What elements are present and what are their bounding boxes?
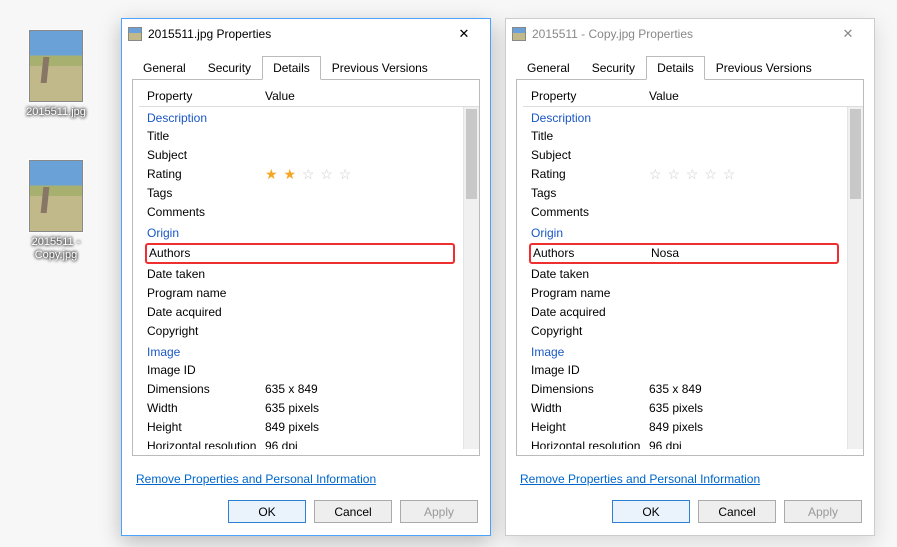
section-description: Description: [523, 107, 845, 127]
file-icon: [512, 27, 526, 41]
property-list: Description Title Subject Rating☆ ☆ ☆ ☆ …: [523, 107, 863, 449]
rating-stars[interactable]: ★ ★ ☆ ☆ ☆: [265, 166, 453, 183]
vertical-scrollbar[interactable]: [463, 107, 479, 449]
header-value[interactable]: Value: [649, 89, 863, 103]
tab-security[interactable]: Security: [197, 56, 262, 80]
row-width[interactable]: Width635 pixels: [139, 399, 461, 418]
row-date-taken[interactable]: Date taken: [139, 265, 461, 284]
row-hres[interactable]: Horizontal resolution96 dpi: [139, 437, 461, 449]
row-authors[interactable]: AuthorsNosa: [533, 245, 835, 262]
tab-general[interactable]: General: [132, 56, 197, 80]
row-rating[interactable]: Rating★ ★ ☆ ☆ ☆: [139, 165, 461, 184]
apply-button[interactable]: Apply: [400, 500, 478, 523]
row-subject[interactable]: Subject: [139, 146, 461, 165]
window-title: 2015511 - Copy.jpg Properties: [532, 27, 828, 41]
row-hres[interactable]: Horizontal resolution96 dpi: [523, 437, 845, 449]
row-copyright[interactable]: Copyright: [523, 322, 845, 341]
file-label: 2015511.jpg: [16, 106, 96, 119]
vertical-scrollbar[interactable]: [847, 107, 863, 449]
row-tags[interactable]: Tags: [523, 184, 845, 203]
row-title[interactable]: Title: [523, 127, 845, 146]
row-dimensions[interactable]: Dimensions635 x 849: [139, 380, 461, 399]
desktop-file-icon[interactable]: 2015511.jpg: [16, 30, 96, 119]
remove-properties-link[interactable]: Remove Properties and Personal Informati…: [520, 472, 760, 486]
tab-details[interactable]: Details: [646, 56, 705, 80]
section-origin: Origin: [139, 222, 461, 242]
property-list: Description Title Subject Rating★ ★ ☆ ☆ …: [139, 107, 479, 449]
section-origin: Origin: [523, 222, 845, 242]
tab-strip: General Security Details Previous Versio…: [122, 49, 490, 79]
section-image: Image: [523, 341, 845, 361]
apply-button[interactable]: Apply: [784, 500, 862, 523]
row-image-id[interactable]: Image ID: [523, 361, 845, 380]
close-icon[interactable]: ✕: [444, 20, 484, 48]
row-height[interactable]: Height849 pixels: [139, 418, 461, 437]
tab-previous-versions[interactable]: Previous Versions: [705, 56, 823, 80]
file-label: 2015511 - Copy.jpg: [16, 236, 96, 262]
row-copyright[interactable]: Copyright: [139, 322, 461, 341]
row-date-taken[interactable]: Date taken: [523, 265, 845, 284]
properties-dialog: 2015511.jpg Properties ✕ General Securit…: [121, 18, 491, 536]
row-authors[interactable]: Authors: [149, 245, 451, 262]
row-image-id[interactable]: Image ID: [139, 361, 461, 380]
thumbnail-icon: [29, 160, 83, 232]
section-image: Image: [139, 341, 461, 361]
row-tags[interactable]: Tags: [139, 184, 461, 203]
window-title: 2015511.jpg Properties: [148, 27, 444, 41]
ok-button[interactable]: OK: [612, 500, 690, 523]
tab-previous-versions[interactable]: Previous Versions: [321, 56, 439, 80]
section-description: Description: [139, 107, 461, 127]
close-icon[interactable]: ✕: [828, 20, 868, 48]
row-dimensions[interactable]: Dimensions635 x 849: [523, 380, 845, 399]
header-property[interactable]: Property: [147, 89, 265, 103]
row-width[interactable]: Width635 pixels: [523, 399, 845, 418]
row-program-name[interactable]: Program name: [139, 284, 461, 303]
remove-properties-link[interactable]: Remove Properties and Personal Informati…: [136, 472, 376, 486]
row-date-acquired[interactable]: Date acquired: [523, 303, 845, 322]
ok-button[interactable]: OK: [228, 500, 306, 523]
cancel-button[interactable]: Cancel: [314, 500, 392, 523]
thumbnail-icon: [29, 30, 83, 102]
column-headers: Property Value: [523, 86, 863, 107]
desktop-file-icon[interactable]: 2015511 - Copy.jpg: [16, 160, 96, 262]
row-comments[interactable]: Comments: [139, 203, 461, 222]
header-property[interactable]: Property: [531, 89, 649, 103]
highlight-authors: Authors: [145, 243, 455, 264]
rating-stars[interactable]: ☆ ☆ ☆ ☆ ☆: [649, 166, 837, 183]
row-date-acquired[interactable]: Date acquired: [139, 303, 461, 322]
tab-security[interactable]: Security: [581, 56, 646, 80]
row-comments[interactable]: Comments: [523, 203, 845, 222]
cancel-button[interactable]: Cancel: [698, 500, 776, 523]
file-icon: [128, 27, 142, 41]
scrollbar-thumb[interactable]: [466, 109, 477, 199]
details-panel: Property Value Description Title Subject…: [516, 79, 864, 456]
tab-details[interactable]: Details: [262, 56, 321, 80]
titlebar[interactable]: 2015511.jpg Properties ✕: [122, 19, 490, 49]
column-headers: Property Value: [139, 86, 479, 107]
highlight-authors: AuthorsNosa: [529, 243, 839, 264]
tab-strip: General Security Details Previous Versio…: [506, 49, 874, 79]
row-title[interactable]: Title: [139, 127, 461, 146]
titlebar[interactable]: 2015511 - Copy.jpg Properties ✕: [506, 19, 874, 49]
header-value[interactable]: Value: [265, 89, 479, 103]
row-rating[interactable]: Rating☆ ☆ ☆ ☆ ☆: [523, 165, 845, 184]
details-panel: Property Value Description Title Subject…: [132, 79, 480, 456]
row-height[interactable]: Height849 pixels: [523, 418, 845, 437]
scrollbar-thumb[interactable]: [850, 109, 861, 199]
row-program-name[interactable]: Program name: [523, 284, 845, 303]
tab-general[interactable]: General: [516, 56, 581, 80]
properties-dialog: 2015511 - Copy.jpg Properties ✕ General …: [505, 18, 875, 536]
row-subject[interactable]: Subject: [523, 146, 845, 165]
